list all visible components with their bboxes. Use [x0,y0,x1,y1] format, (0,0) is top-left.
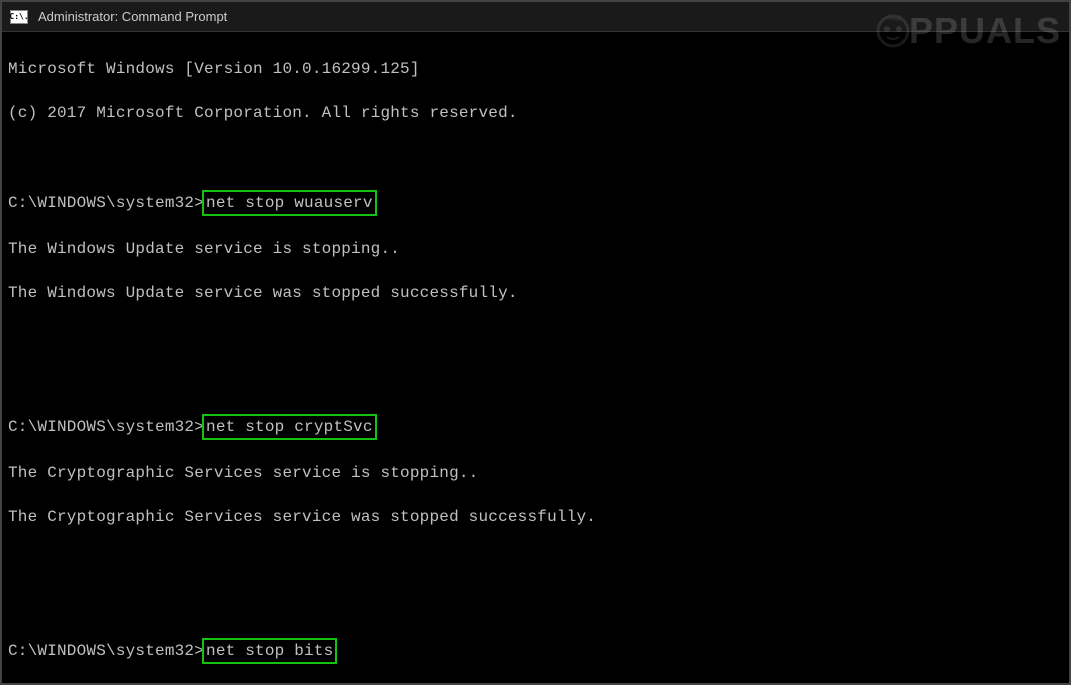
terminal-output[interactable]: Microsoft Windows [Version 10.0.16299.12… [2,32,1069,683]
blank-line [8,146,1063,168]
blank-line [8,370,1063,392]
version-line: Microsoft Windows [Version 10.0.16299.12… [8,58,1063,80]
cmd-window: C:\. Administrator: Command Prompt Micro… [0,0,1071,685]
output-line: The Cryptographic Services service is st… [8,462,1063,484]
command-line-2: C:\WINDOWS\system32>net stop cryptSvc [8,414,1063,440]
blank-line [8,326,1063,348]
blank-line [8,550,1063,572]
cmd-icon: C:\. [10,10,28,24]
prompt: C:\WINDOWS\system32> [8,642,204,660]
copyright-line: (c) 2017 Microsoft Corporation. All righ… [8,102,1063,124]
window-title: Administrator: Command Prompt [38,9,1061,24]
highlighted-command-3: net stop bits [202,638,337,664]
output-line: The Windows Update service is stopping.. [8,238,1063,260]
blank-line [8,594,1063,616]
command-line-1: C:\WINDOWS\system32>net stop wuauserv [8,190,1063,216]
highlighted-command-2: net stop cryptSvc [202,414,377,440]
titlebar[interactable]: C:\. Administrator: Command Prompt [2,2,1069,32]
prompt: C:\WINDOWS\system32> [8,418,204,436]
command-line-3: C:\WINDOWS\system32>net stop bits [8,638,1063,664]
output-line: The Cryptographic Services service was s… [8,506,1063,528]
prompt: C:\WINDOWS\system32> [8,194,204,212]
output-line: The Windows Update service was stopped s… [8,282,1063,304]
highlighted-command-1: net stop wuauserv [202,190,377,216]
